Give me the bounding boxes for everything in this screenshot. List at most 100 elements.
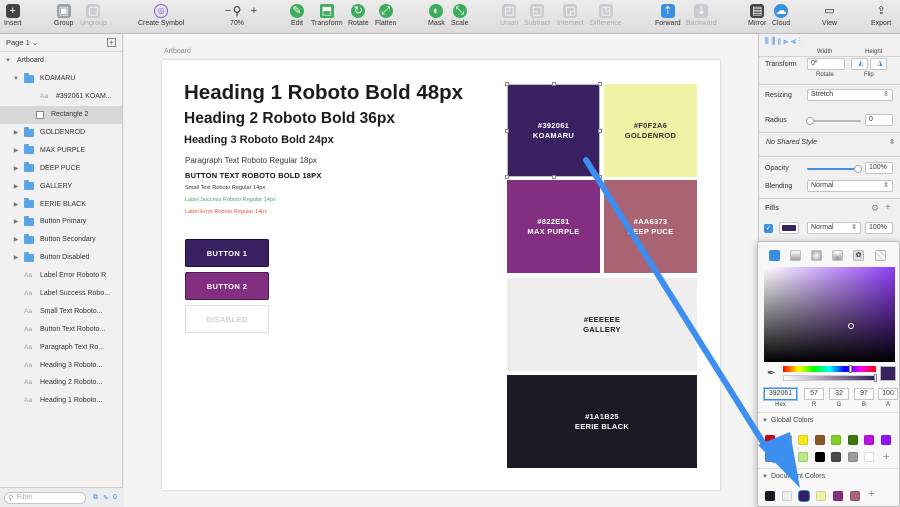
layer-item[interactable]: ▶ GALLERY <box>0 177 122 195</box>
color-cursor[interactable] <box>848 323 854 329</box>
global-color-swatch[interactable] <box>847 452 858 462</box>
global-color-swatch[interactable] <box>831 452 841 462</box>
flatten-button[interactable]: ⤢ Flatten <box>375 4 396 27</box>
align-icons[interactable]: ⫴ ⫼ ⫾ ⫸ ⫷ ⫶ <box>765 36 801 47</box>
linear-gradient-tab[interactable] <box>790 250 801 261</box>
color-swatch[interactable]: #EEEEEE GALLERY <box>507 278 697 371</box>
small-text[interactable]: Small Text Roboto Regular 14px <box>185 185 265 191</box>
transform-button[interactable]: ⬒ Transform <box>311 4 343 27</box>
subtract-button[interactable]: ◱ Subtract <box>524 4 550 27</box>
global-color-swatch[interactable] <box>847 435 858 445</box>
layer-item[interactable]: Aa Label Success Robo... <box>0 285 122 303</box>
noise-fill-tab[interactable] <box>875 250 886 261</box>
fill-opacity-field[interactable]: 100% <box>865 222 893 234</box>
fill-blend-select[interactable]: Normal ⇳ <box>807 222 861 234</box>
paragraph-text[interactable]: Paragraph Text Roboto Regular 18px <box>185 156 317 165</box>
resizing-select[interactable]: Stretch ⇳ <box>807 89 893 101</box>
pattern-fill-icon[interactable]: ✿ <box>853 250 864 261</box>
disclosure-open-icon[interactable]: ▼ <box>12 76 20 82</box>
layer-item[interactable]: Aa Small Text Roboto... <box>0 302 122 320</box>
layer-item[interactable]: ▶ MAX PURPLE <box>0 141 122 159</box>
export-button[interactable]: ⇪ Export <box>871 4 891 27</box>
heading-1[interactable]: Heading 1 Roboto Bold 48px <box>184 81 463 105</box>
mask-button[interactable]: ◐ Mask <box>428 4 445 27</box>
selection-box[interactable] <box>505 82 602 179</box>
heading-3[interactable]: Heading 3 Roboto Bold 24px <box>184 134 334 146</box>
resize-handle[interactable] <box>505 82 509 86</box>
color-swatch[interactable]: #F0F2A6 GOLDENROD <box>604 84 697 177</box>
disclosure-closed-icon[interactable]: ▶ <box>12 129 20 136</box>
layer-item[interactable]: Aa Heading 1 Roboto... <box>0 392 122 410</box>
edit-button[interactable]: ✎ Edit <box>290 4 304 27</box>
flip-vertical-icon[interactable]: ◮ <box>870 58 887 70</box>
eyedropper-icon[interactable]: ✒ <box>767 368 775 379</box>
solid-fill-tab[interactable] <box>769 250 780 261</box>
view-button[interactable]: ▭ View <box>822 4 837 27</box>
opacity-field[interactable]: 100% <box>865 162 893 174</box>
alpha-input[interactable]: 100 <box>878 388 898 400</box>
artboard-layer[interactable]: ▼ Artboard <box>0 52 122 70</box>
document-color-swatch[interactable] <box>765 491 775 501</box>
resize-handle[interactable] <box>505 175 509 179</box>
button-secondary[interactable]: BUTTON 2 <box>185 272 269 300</box>
layer-item[interactable]: Aa Heading 2 Roboto... <box>0 374 122 392</box>
layer-item[interactable]: ▶ Button Primary <box>0 213 122 231</box>
document-color-swatch[interactable] <box>798 490 810 502</box>
scale-button[interactable]: ⤡ Scale <box>451 4 469 27</box>
canvas[interactable]: Artboard Heading 1 Roboto Bold 48px Head… <box>124 34 758 507</box>
global-color-swatch[interactable] <box>798 435 808 445</box>
global-color-swatch[interactable] <box>765 452 775 462</box>
zoom-control[interactable]: ⚲ 70% <box>230 4 244 27</box>
edited-filter-icon[interactable]: ✎ <box>103 494 109 502</box>
layer-item[interactable]: Aa Button Text Roboto... <box>0 320 122 338</box>
ungroup-button[interactable]: ▢ Ungroup <box>80 4 107 27</box>
disclosure-open-icon[interactable]: ▼ <box>762 418 768 424</box>
difference-button[interactable]: ◳ Difference <box>590 4 622 27</box>
global-color-swatch[interactable] <box>831 435 841 445</box>
label-success[interactable]: Label Success Roboto Regular 14px <box>185 197 276 203</box>
global-color-swatch[interactable] <box>798 452 808 462</box>
zoom-in-button[interactable]: + <box>247 4 261 20</box>
insert-button[interactable]: + Insert <box>4 4 22 27</box>
hex-input[interactable]: 392061 <box>764 388 797 400</box>
layer-item[interactable]: ▼ KOAMARU <box>0 70 122 88</box>
resize-handle[interactable] <box>598 82 602 86</box>
artboard[interactable]: Heading 1 Roboto Bold 48px Heading 2 Rob… <box>162 60 720 490</box>
disclosure-closed-icon[interactable]: ▶ <box>12 236 20 243</box>
document-color-swatch[interactable] <box>850 491 860 501</box>
layer-item[interactable]: Aa #392061 KOAM... <box>0 88 122 106</box>
button-text-sample[interactable]: BUTTON TEXT ROBOTO BOLD 18PX <box>185 171 322 180</box>
add-page-icon[interactable]: + <box>107 38 116 47</box>
intersect-button[interactable]: ◲ Intersect <box>557 4 584 27</box>
layer-item[interactable]: ▶ Button Secondary <box>0 231 122 249</box>
mirror-button[interactable]: ▤ Mirror <box>748 4 766 27</box>
document-color-swatch[interactable] <box>833 491 843 501</box>
resize-handle[interactable] <box>552 175 556 179</box>
hue-slider[interactable] <box>783 365 876 373</box>
red-input[interactable]: 57 <box>804 388 824 400</box>
color-swatch[interactable]: #822E81 MAX PURPLE <box>507 180 600 273</box>
disclosure-open-icon[interactable]: ▼ <box>762 474 768 480</box>
global-color-swatch[interactable] <box>880 435 891 445</box>
disclosure-closed-icon[interactable]: ▶ <box>12 165 20 172</box>
resize-handle[interactable] <box>552 82 556 86</box>
global-color-swatch[interactable] <box>765 435 775 445</box>
layer-item[interactable]: Aa Paragraph Text Ro... <box>0 338 122 356</box>
angular-gradient-tab[interactable] <box>832 250 843 261</box>
gear-icon[interactable]: ⚙ <box>871 203 879 214</box>
rotate-button[interactable]: ↻ Rotate <box>348 4 369 27</box>
cloud-button[interactable]: ☁ Cloud <box>772 4 790 27</box>
alpha-slider[interactable] <box>783 374 877 382</box>
color-swatch[interactable]: #1A1B25 EERIE BLACK <box>507 375 697 468</box>
symbols-filter-icon[interactable]: ⧉ <box>93 494 98 502</box>
disclosure-closed-icon[interactable]: ▶ <box>12 183 20 190</box>
shared-style-select[interactable]: No Shared Style ⇳ <box>763 138 897 150</box>
radius-field[interactable]: 0 <box>865 114 893 126</box>
button-disabled[interactable]: DISABLED <box>185 305 269 333</box>
layer-item[interactable]: ▶ EERIE BLACK <box>0 195 122 213</box>
radius-slider[interactable] <box>809 120 861 122</box>
global-color-swatch[interactable] <box>864 435 874 445</box>
fill-color-well[interactable] <box>779 222 799 234</box>
disclosure-closed-icon[interactable]: ▶ <box>12 218 20 225</box>
radius-slider-knob[interactable] <box>806 117 814 125</box>
